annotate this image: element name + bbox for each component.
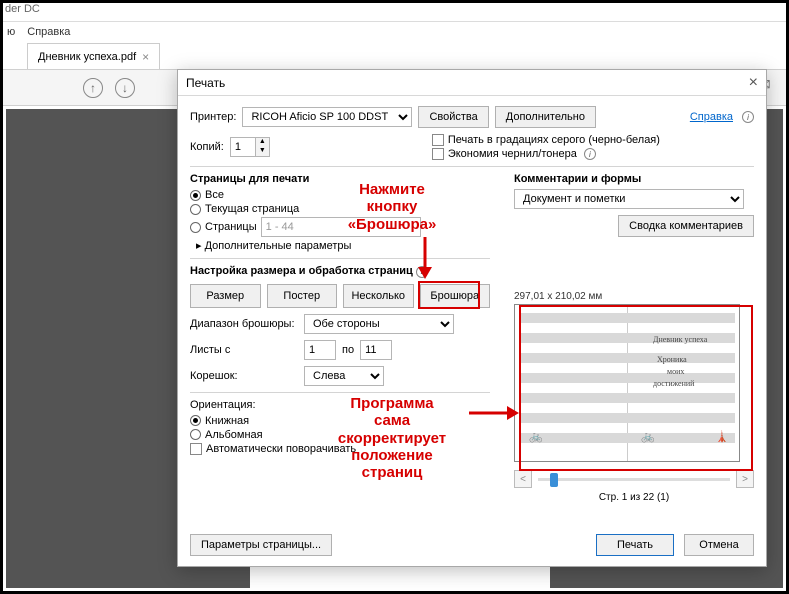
tab-label: Дневник успеха.pdf [38, 51, 136, 63]
tower-icon: 🗼 [715, 430, 729, 443]
help-link[interactable]: Справка [690, 111, 733, 123]
copies-input[interactable] [230, 137, 256, 157]
multiple-tab-button[interactable]: Несколько [343, 284, 414, 308]
sheets-to-label: по [342, 344, 354, 356]
copies-stepper[interactable]: ▲▼ [230, 137, 270, 157]
radio-portrait[interactable]: Книжная [190, 415, 490, 427]
size-tabs: Размер Постер Несколько Брошюра [190, 284, 490, 308]
comments-summary-button[interactable]: Сводка комментариев [618, 215, 754, 237]
next-page-button[interactable]: > [736, 470, 754, 488]
document-tab[interactable]: Дневник успеха.pdf × [27, 43, 160, 69]
booklet-range-label: Диапазон брошюры: [190, 318, 298, 330]
sheets-from-input[interactable] [304, 340, 336, 360]
zoom-track[interactable] [538, 478, 730, 481]
page-setup-button[interactable]: Параметры страницы... [190, 534, 332, 556]
advanced-button[interactable]: Дополнительно [495, 106, 596, 128]
grayscale-checkbox[interactable]: Печать в градациях серого (черно-белая) [432, 134, 660, 146]
binding-select[interactable]: Слева [304, 366, 384, 386]
properties-button[interactable]: Свойства [418, 106, 488, 128]
print-dialog: Печать × Принтер: RICOH Aficio SP 100 DD… [177, 69, 767, 567]
close-icon[interactable]: × [749, 74, 758, 92]
preview-text: моих [667, 367, 684, 376]
dialog-footer: Параметры страницы... Печать Отмена [190, 534, 754, 556]
info-icon[interactable]: i [416, 266, 428, 278]
preview-zoom-slider: < > [514, 470, 754, 488]
app-title: der DC [5, 3, 40, 15]
cancel-button[interactable]: Отмена [684, 534, 754, 556]
bicycle-icon: 🚲 [529, 430, 543, 443]
app-title-bar: der DC [3, 3, 786, 22]
radio-current-page[interactable]: Текущая страница [190, 203, 490, 215]
autorotate-checkbox[interactable]: Автоматически поворачивать [190, 443, 490, 455]
radio-page-range[interactable]: Страницы [190, 217, 490, 237]
size-handling-title: Настройка размера и обработка страницi [190, 265, 490, 278]
close-icon[interactable]: × [142, 50, 149, 64]
dialog-title: Печать [186, 76, 225, 90]
preview-text: достижений [653, 379, 694, 388]
zoom-thumb[interactable] [550, 473, 558, 487]
preview-text: Хроника [657, 355, 687, 364]
bicycle-icon: 🚲 [641, 430, 655, 443]
menu-item[interactable]: ю [7, 26, 15, 38]
printer-label: Принтер: [190, 111, 236, 123]
print-button[interactable]: Печать [596, 534, 674, 556]
radio-all-pages[interactable]: Все [190, 189, 490, 201]
down-arrow-icon[interactable]: ↓ [115, 78, 135, 98]
preview-dimensions: 297,01 x 210,02 мм [514, 291, 754, 302]
info-icon[interactable]: i [584, 148, 596, 160]
poster-tab-button[interactable]: Постер [267, 284, 338, 308]
comments-select[interactable]: Документ и пометки [514, 189, 744, 209]
comments-group-title: Комментарии и формы [514, 173, 754, 185]
booklet-range-select[interactable]: Обе стороны [304, 314, 454, 334]
save-ink-checkbox[interactable]: Экономия чернил/тонераi [432, 148, 660, 160]
more-options-toggle[interactable]: ▸ Дополнительные параметры [196, 239, 490, 252]
orientation-title: Ориентация: [190, 399, 490, 411]
screenshot-frame: der DC ю Справка Дневник успеха.pdf × ↑ … [0, 0, 789, 594]
sheets-label: Листы с [190, 344, 298, 356]
info-icon[interactable]: i [742, 111, 754, 123]
up-arrow-icon[interactable]: ↑ [83, 78, 103, 98]
booklet-tab-button[interactable]: Брошюра [420, 284, 491, 308]
sheets-to-input[interactable] [360, 340, 392, 360]
radio-landscape[interactable]: Альбомная [190, 429, 490, 441]
size-tab-button[interactable]: Размер [190, 284, 261, 308]
dialog-titlebar: Печать × [178, 70, 766, 96]
preview-text: Дневник успеха [653, 335, 707, 344]
copies-label: Копий: [190, 141, 224, 153]
pages-group-title: Страницы для печати [190, 173, 490, 185]
menu-bar: ю Справка [3, 22, 786, 42]
prev-page-button[interactable]: < [514, 470, 532, 488]
printer-select[interactable]: RICOH Aficio SP 100 DDST [242, 107, 412, 127]
binding-label: Корешок: [190, 370, 298, 382]
page-range-input[interactable] [261, 217, 421, 237]
menu-item-help[interactable]: Справка [27, 26, 70, 38]
document-tabstrip: Дневник успеха.pdf × [3, 42, 786, 70]
print-preview: Дневник успеха Хроника моих достижений 🚲… [514, 304, 740, 462]
preview-page-caption: Стр. 1 из 22 (1) [514, 492, 754, 503]
